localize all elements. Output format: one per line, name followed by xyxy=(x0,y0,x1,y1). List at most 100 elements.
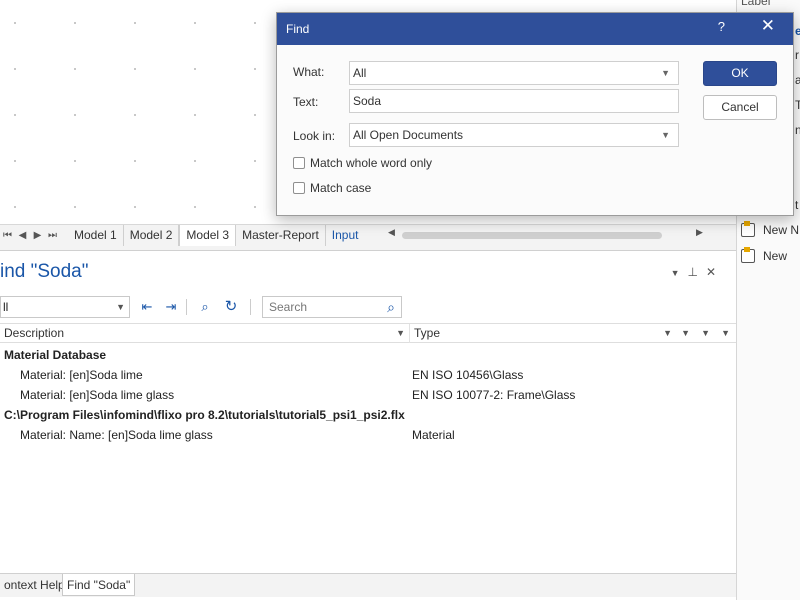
tab-find-results[interactable]: Find "Soda" xyxy=(62,574,136,596)
grid-dot xyxy=(194,22,196,24)
grid-dot xyxy=(134,160,136,162)
grid-dot xyxy=(134,22,136,24)
chevron-down-icon: ▼ xyxy=(661,68,670,78)
sort-icon[interactable]: ▼ xyxy=(396,324,405,343)
first-sheet-icon[interactable]: ⏮ xyxy=(0,230,15,241)
grid-dot xyxy=(74,114,76,116)
close-panel-icon[interactable]: ✕ xyxy=(706,265,724,279)
cancel-button[interactable]: Cancel xyxy=(703,95,777,120)
sheet-tab-model-3[interactable]: Model 3 xyxy=(179,225,237,246)
what-label: What: xyxy=(293,65,325,79)
refresh-icon[interactable]: ↻ xyxy=(222,298,240,316)
tab-context-help[interactable]: ontext Help xyxy=(0,574,69,596)
prev-sheet-icon[interactable]: ◀ xyxy=(15,230,30,241)
table-row[interactable]: C:\Program Files\infomind\flixo pro 8.2\… xyxy=(0,405,736,425)
grid-dot xyxy=(134,206,136,208)
ok-button[interactable]: OK xyxy=(703,61,777,86)
column-type[interactable]: Type ▼ ▼ ▼ ▼ xyxy=(410,324,736,343)
sheet-tab-model-1[interactable]: Model 1 xyxy=(68,225,124,246)
toolbar-divider xyxy=(186,299,187,315)
sort-icon[interactable]: ▼ xyxy=(681,324,690,343)
scope-select[interactable]: ll ▼ xyxy=(0,296,130,318)
text-input[interactable]: Soda xyxy=(349,89,679,113)
new-item[interactable]: New xyxy=(741,247,787,263)
text-label: Text: xyxy=(293,95,319,109)
dropdown-icon[interactable]: ▼ xyxy=(671,268,688,278)
sort-icon[interactable]: ▼ xyxy=(663,324,672,343)
grid-dot xyxy=(74,68,76,70)
grid-dot xyxy=(134,114,136,116)
results-list: Material Database Material: [en]Soda lim… xyxy=(0,345,736,445)
grid-dot xyxy=(14,160,16,162)
close-icon[interactable]: ✕ xyxy=(761,16,775,36)
column-header-row: Description ▼ Type ▼ ▼ ▼ ▼ xyxy=(0,323,736,343)
look-in-label: Look in: xyxy=(293,129,336,143)
column-description[interactable]: Description ▼ xyxy=(0,324,410,343)
grid-dot xyxy=(254,206,256,208)
find-dialog: Find ? ✕ What: All ▼ Text: Soda Look in:… xyxy=(276,12,794,216)
pin-icon[interactable]: ⊥ xyxy=(687,265,705,279)
new-node-item[interactable]: New N xyxy=(741,221,799,237)
help-icon[interactable]: ? xyxy=(718,19,725,34)
panel-controls: ▼⊥✕ xyxy=(671,265,724,279)
match-case-checkbox[interactable]: Match case xyxy=(293,181,371,195)
new-node-icon xyxy=(741,221,755,237)
chevron-down-icon: ▼ xyxy=(116,302,125,312)
grid-dot xyxy=(74,160,76,162)
grid-dot xyxy=(14,22,16,24)
sort-icon[interactable]: ▼ xyxy=(721,324,730,343)
checkbox[interactable] xyxy=(293,182,305,194)
what-select[interactable]: All ▼ xyxy=(349,61,679,85)
grid-dot xyxy=(14,206,16,208)
right-pane-item[interactable]: e xyxy=(795,24,800,38)
grid-dot xyxy=(254,160,256,162)
table-row[interactable]: Material: [en]Soda lime EN ISO 10456\Gla… xyxy=(0,365,736,385)
sheet-tab-model-2[interactable]: Model 2 xyxy=(124,225,180,246)
sheet-tab-input[interactable]: Input xyxy=(326,225,365,246)
find-icon[interactable]: ⌕ xyxy=(196,298,214,316)
search-input[interactable]: Search ⌕ xyxy=(262,296,402,318)
grid-dot xyxy=(194,160,196,162)
right-pane-item[interactable]: a xyxy=(795,73,800,87)
find-results-panel: ind "Soda" ▼⊥✕ ll ▼ ⇤ ⇥ ⌕ ↻ Search ⌕ Des… xyxy=(0,250,736,600)
collapse-all-icon[interactable]: ⇥ xyxy=(162,298,180,316)
panel-tab-bar: ontext Help Find "Soda" xyxy=(0,573,736,597)
right-pane-item[interactable]: Te xyxy=(795,98,800,112)
grid-dot xyxy=(134,68,136,70)
search-icon[interactable]: ⌕ xyxy=(387,297,395,317)
grid-dot xyxy=(254,68,256,70)
grid-dot xyxy=(14,68,16,70)
dialog-title-bar[interactable]: Find ? ✕ xyxy=(277,13,793,45)
match-whole-word-checkbox[interactable]: Match whole word only xyxy=(293,156,432,170)
right-pane-item[interactable]: t xyxy=(795,198,798,212)
expand-all-icon[interactable]: ⇤ xyxy=(138,298,156,316)
grid-dot xyxy=(14,114,16,116)
new-icon xyxy=(741,247,755,263)
table-row[interactable]: Material: [en]Soda lime glass EN ISO 100… xyxy=(0,385,736,405)
panel-title: ind "Soda" xyxy=(0,261,89,282)
sheet-tab-master-report[interactable]: Master-Report xyxy=(236,225,326,246)
scroll-thumb[interactable] xyxy=(402,232,662,239)
grid-dot xyxy=(74,206,76,208)
scroll-right-icon[interactable]: ▶ xyxy=(696,227,703,238)
horizontal-scrollbar[interactable]: ◀ ▶ xyxy=(388,227,718,240)
grid-dot xyxy=(194,206,196,208)
grid-dot xyxy=(254,22,256,24)
table-row[interactable]: Material Database xyxy=(0,345,736,365)
grid-dot xyxy=(254,114,256,116)
last-sheet-icon[interactable]: ⏭ xyxy=(45,230,60,241)
right-pane-item[interactable]: r xyxy=(795,48,799,62)
find-toolbar: ll ▼ ⇤ ⇥ ⌕ ↻ Search ⌕ xyxy=(0,295,736,321)
checkbox[interactable] xyxy=(293,157,305,169)
scroll-left-icon[interactable]: ◀ xyxy=(388,227,395,238)
sort-icon[interactable]: ▼ xyxy=(701,324,710,343)
right-pane-item[interactable]: Label xyxy=(741,0,770,8)
toolbar-divider xyxy=(250,299,251,315)
chevron-down-icon: ▼ xyxy=(661,130,670,140)
table-row[interactable]: Material: Name: [en]Soda lime glass Mate… xyxy=(0,425,736,445)
grid-dot xyxy=(74,22,76,24)
look-in-select[interactable]: All Open Documents ▼ xyxy=(349,123,679,147)
next-sheet-icon[interactable]: ▶ xyxy=(30,230,45,241)
grid-dot xyxy=(194,114,196,116)
right-pane-item[interactable]: n xyxy=(795,123,800,137)
